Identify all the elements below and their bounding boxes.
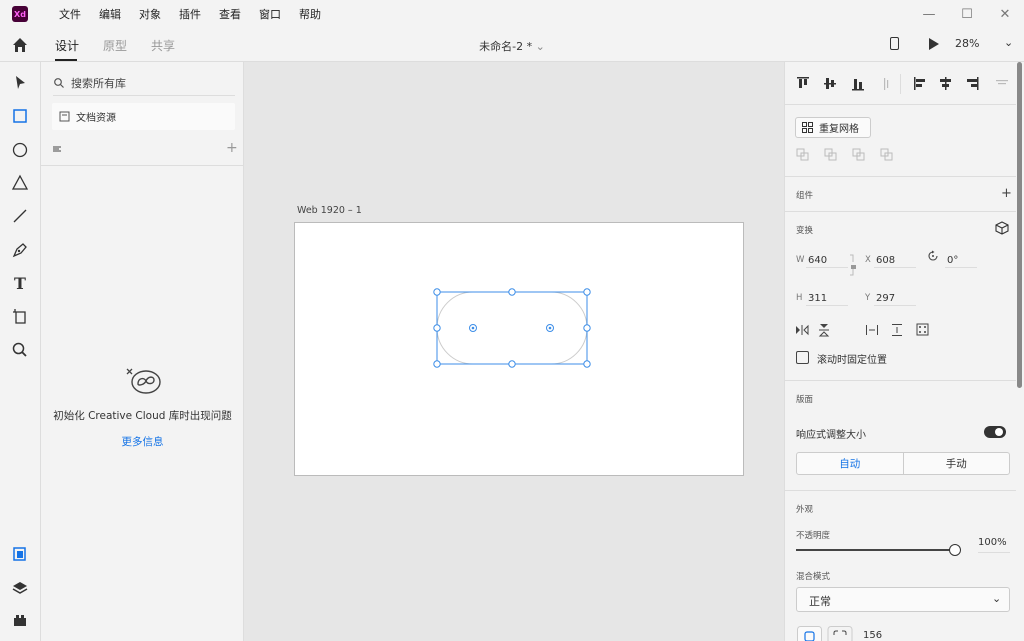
blend-mode-value: 正常 — [809, 595, 831, 608]
creative-cloud-error-icon — [126, 368, 161, 394]
tab-prototype[interactable]: 原型 — [103, 37, 127, 54]
opacity-slider-handle[interactable] — [949, 544, 961, 556]
artboard-tool-icon[interactable] — [10, 306, 30, 326]
divider — [784, 176, 1016, 177]
y-field[interactable]: 297 — [874, 290, 916, 306]
device-preview-icon[interactable] — [890, 37, 899, 50]
fix-position-label: 滚动时固定位置 — [817, 355, 887, 366]
tab-share[interactable]: 共享 — [151, 37, 175, 54]
more-info-link[interactable]: 更多信息 — [41, 434, 244, 449]
xd-logo: Xd — [12, 6, 28, 22]
layout-section-title: 版面 — [796, 395, 814, 405]
menu-object[interactable]: 对象 — [130, 6, 170, 22]
divider — [784, 380, 1016, 381]
library-list-header — [41, 140, 244, 166]
library-list-icon — [53, 146, 61, 152]
select-tool-icon[interactable] — [10, 73, 30, 93]
corner-radius-value[interactable]: 156 — [863, 630, 882, 641]
height-label: H — [796, 293, 803, 303]
fix-position-checkbox[interactable] — [796, 351, 809, 364]
plugins-icon[interactable] — [10, 611, 30, 631]
blend-mode-label: 混合模式 — [796, 572, 831, 582]
lock-aspect-icon[interactable] — [849, 254, 857, 276]
search-input[interactable]: 搜索所有库 — [71, 75, 126, 91]
width-label: W — [796, 255, 805, 265]
library-error-message: 初始化 Creative Cloud 库时出现问题 — [53, 410, 232, 422]
opacity-slider-track[interactable] — [796, 549, 955, 551]
add-component-button[interactable]: + — [1001, 186, 1012, 201]
transform-section-title: 变换 — [796, 226, 814, 236]
add-library-button[interactable]: + — [226, 140, 238, 156]
layers-icon[interactable] — [10, 578, 30, 598]
libraries-icon[interactable] — [10, 544, 30, 564]
corner-radius-icons[interactable] — [797, 626, 853, 641]
document-icon — [59, 111, 70, 122]
repeat-grid-button[interactable]: 重复网格 — [795, 117, 871, 138]
menu-plugins[interactable]: 插件 — [170, 6, 210, 22]
pen-tool-icon[interactable] — [10, 240, 30, 260]
opacity-label: 不透明度 — [796, 531, 831, 541]
align-toolbar[interactable] — [794, 74, 1014, 94]
ellipse-tool-icon[interactable] — [10, 140, 30, 160]
menu-window[interactable]: 窗口 — [250, 6, 290, 22]
menu-edit[interactable]: 编辑 — [90, 6, 130, 22]
menu-view[interactable]: 查看 — [210, 6, 250, 22]
line-tool-icon[interactable] — [10, 206, 30, 226]
resize-manual-button[interactable]: 手动 — [904, 453, 1010, 474]
zoom-tool-icon[interactable] — [10, 340, 30, 360]
responsive-resize-label: 响应式调整大小 — [796, 430, 866, 441]
component-section-title: 组件 — [796, 191, 814, 201]
resize-mode-segmented: 自动 手动 — [796, 452, 1010, 475]
x-field[interactable]: 608 — [874, 252, 916, 268]
active-tab-indicator — [55, 59, 77, 61]
3d-transform-icon[interactable] — [995, 221, 1009, 235]
zoom-chevron-icon[interactable]: ⌄ — [1004, 36, 1013, 49]
window-controls: — ☐ ✕ — [910, 0, 1024, 28]
inspector-scrollbar[interactable] — [1017, 62, 1022, 388]
x-label: X — [865, 255, 871, 265]
width-field[interactable]: 640 — [806, 252, 848, 268]
close-window-button[interactable]: ✕ — [986, 0, 1024, 28]
library-search[interactable]: 搜索所有库 — [53, 70, 235, 96]
rectangle-tool-icon[interactable] — [10, 106, 30, 126]
minimize-button[interactable]: — — [910, 0, 948, 28]
text-tool-icon[interactable]: T — [10, 273, 30, 293]
y-label: Y — [865, 293, 871, 303]
polygon-tool-icon[interactable] — [10, 173, 30, 193]
height-field[interactable]: 311 — [806, 290, 848, 306]
menu-bar: Xd 文件 编辑 对象 插件 查看 窗口 帮助 — ☐ ✕ — [0, 0, 1024, 28]
chevron-down-icon: ⌄ — [992, 592, 1002, 605]
flip-and-distribute-icons[interactable] — [795, 323, 935, 337]
menu-file[interactable]: 文件 — [50, 6, 90, 22]
selected-rounded-rectangle[interactable] — [430, 285, 594, 373]
maximize-button[interactable]: ☐ — [948, 0, 986, 28]
divider — [784, 104, 1016, 105]
menu-help[interactable]: 帮助 — [290, 6, 330, 22]
divider — [784, 211, 1016, 212]
menu-list: 文件 编辑 对象 插件 查看 窗口 帮助 — [50, 6, 330, 22]
appearance-section-title: 外观 — [796, 505, 814, 515]
repeat-grid-icon — [802, 122, 813, 133]
artboard-label[interactable]: Web 1920 – 1 — [297, 205, 362, 216]
divider — [784, 490, 1016, 491]
rotation-field[interactable]: 0° — [945, 252, 977, 268]
boolean-operations-icons — [796, 148, 893, 161]
tab-design[interactable]: 设计 — [55, 37, 79, 54]
play-preview-icon[interactable] — [929, 38, 939, 50]
search-icon — [54, 77, 64, 88]
toggle-knob — [995, 428, 1003, 436]
rotate-icon — [928, 250, 938, 261]
zoom-level[interactable]: 28% — [955, 37, 979, 50]
home-icon[interactable] — [11, 36, 29, 54]
resize-auto-button[interactable]: 自动 — [797, 453, 904, 474]
document-assets-item[interactable]: 文档资源 — [52, 103, 235, 130]
document-title[interactable]: 未命名-2 * ⌄ — [470, 38, 554, 54]
opacity-field[interactable]: 100% — [978, 537, 1010, 553]
